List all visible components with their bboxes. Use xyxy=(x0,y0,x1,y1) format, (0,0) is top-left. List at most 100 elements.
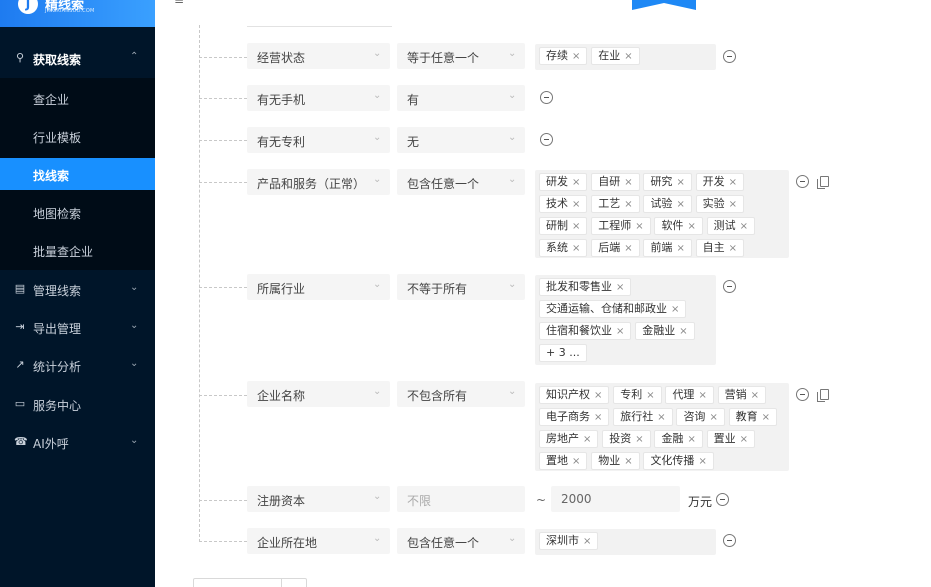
close-icon[interactable]: × xyxy=(572,456,580,467)
menu-export[interactable]: ⇥ 导出管理 ⌄ xyxy=(0,309,155,347)
close-icon[interactable]: × xyxy=(583,536,591,547)
brand-header[interactable]: J 精线索 JINGXIANSUO.COM xyxy=(0,0,155,27)
add-condition-button[interactable] xyxy=(193,578,307,587)
operator-select-company-name[interactable]: 不包含所有 ⌄ xyxy=(397,381,525,407)
sidebar-item-find-leads[interactable]: 找线索 xyxy=(0,158,155,190)
close-icon[interactable]: × xyxy=(624,51,632,62)
tag: 金融 × xyxy=(654,430,703,448)
menu-acquire-leads[interactable]: ⚲ 获取线索 ⌃ xyxy=(0,40,155,78)
chevron-down-icon: ⌄ xyxy=(130,358,139,369)
close-icon[interactable]: × xyxy=(676,243,684,254)
close-icon[interactable]: × xyxy=(679,326,687,337)
close-icon[interactable]: × xyxy=(572,243,580,254)
close-icon[interactable]: × xyxy=(572,199,580,210)
close-icon[interactable]: × xyxy=(583,434,591,445)
chevron-down-icon: ⌄ xyxy=(508,48,517,59)
close-icon[interactable]: × xyxy=(709,412,717,423)
remove-condition-icon[interactable] xyxy=(540,91,553,104)
close-icon[interactable]: × xyxy=(572,51,580,62)
close-icon[interactable]: × xyxy=(740,221,748,232)
capital-min-input[interactable]: 不限 xyxy=(397,486,525,512)
menu-service[interactable]: ▭ 服务中心 xyxy=(0,386,155,424)
field-select-company-name[interactable]: 企业名称 ⌄ xyxy=(247,381,390,407)
menu-ai-call[interactable]: ☎ AI外呼 ⌄ xyxy=(0,424,155,462)
tag-input-location[interactable]: 深圳市 × xyxy=(535,529,716,555)
close-icon[interactable]: × xyxy=(616,326,624,337)
field-select-industry[interactable]: 所属行业 ⌄ xyxy=(247,274,390,300)
remove-condition-icon[interactable] xyxy=(716,493,729,506)
sidebar-item-query-company[interactable]: 查企业 xyxy=(0,82,155,114)
remove-condition-icon[interactable] xyxy=(723,534,736,547)
tag-input-status[interactable]: 存续 × 在业 × xyxy=(535,44,716,70)
tag: 开发 × xyxy=(695,173,745,191)
remove-condition-icon[interactable] xyxy=(723,50,736,63)
close-icon[interactable]: × xyxy=(698,456,706,467)
remove-condition-icon[interactable] xyxy=(540,133,553,146)
tag: 技术 × xyxy=(539,195,588,213)
field-select-capital[interactable]: 注册资本 ⌄ xyxy=(247,486,390,512)
menu-fold-icon[interactable]: ≡ xyxy=(174,0,188,6)
tag-input-products[interactable]: 研发 × 自研 × 研究 × 开发 × 技术 × 工艺 × 试验 × 实验 × 研制 × 工程师 ×… xyxy=(535,170,789,258)
chevron-down-icon: ⌄ xyxy=(373,386,382,397)
field-select-patent[interactable]: 有无专利 ⌄ xyxy=(247,127,390,153)
copy-icon[interactable] xyxy=(817,176,829,189)
close-icon[interactable]: × xyxy=(646,390,654,401)
close-icon[interactable]: × xyxy=(635,434,643,445)
capital-max-input[interactable]: 2000 xyxy=(551,486,680,512)
close-icon[interactable]: × xyxy=(635,221,643,232)
close-icon[interactable]: × xyxy=(740,434,748,445)
close-icon[interactable]: × xyxy=(729,243,737,254)
close-icon[interactable]: × xyxy=(687,434,695,445)
close-icon[interactable]: × xyxy=(616,282,624,293)
close-icon[interactable]: × xyxy=(572,177,580,188)
close-icon[interactable]: × xyxy=(729,199,737,210)
operator-select-products[interactable]: 包含任意一个 ⌄ xyxy=(397,169,525,195)
close-icon[interactable]: × xyxy=(671,304,679,315)
button-divider xyxy=(281,579,282,587)
close-icon[interactable]: × xyxy=(676,199,684,210)
tag: 批发和零售业 × xyxy=(539,278,632,296)
close-icon[interactable]: × xyxy=(594,390,602,401)
more-tags[interactable]: + 3 ... xyxy=(539,344,587,362)
close-icon[interactable]: × xyxy=(624,456,632,467)
phone-icon: ☎ xyxy=(14,435,28,448)
tag-input-industry[interactable]: 批发和零售业 × 交通运输、仓储和邮政业 × 住宿和餐饮业 × 金融业 × + 3 ..… xyxy=(535,275,716,365)
sidebar-item-industry-template[interactable]: 行业模板 xyxy=(0,120,155,152)
value-select-phone[interactable]: 有 ⌄ xyxy=(397,85,525,111)
operator-select-industry[interactable]: 不等于所有 ⌄ xyxy=(397,274,525,300)
menu-stats[interactable]: ↗ 统计分析 ⌄ xyxy=(0,347,155,385)
copy-icon[interactable] xyxy=(817,389,829,402)
close-icon[interactable]: × xyxy=(698,390,706,401)
value-select-patent[interactable]: 无 ⌄ xyxy=(397,127,525,153)
tag: 投资 × xyxy=(602,430,651,448)
tree-branch xyxy=(199,182,247,183)
close-icon[interactable]: × xyxy=(751,390,759,401)
sidebar-item-batch-query[interactable]: 批量查企业 xyxy=(0,234,155,266)
operator-select-status[interactable]: 等于任意一个 ⌄ xyxy=(397,43,525,69)
sidebar-item-map-search[interactable]: 地图检索 xyxy=(0,196,155,228)
field-select-location[interactable]: 企业所在地 ⌄ xyxy=(247,528,390,554)
tag-input-company-name[interactable]: 知识产权 × 专利 × 代理 × 营销 × 电子商务 × 旅行社 × 咨询 × 教育 × 房地产… xyxy=(535,383,789,471)
close-icon[interactable]: × xyxy=(572,221,580,232)
menu-manage-leads[interactable]: ▤ 管理线索 ⌄ xyxy=(0,271,155,309)
close-icon[interactable]: × xyxy=(687,221,695,232)
tag: 专利 × xyxy=(613,386,662,404)
field-select-phone[interactable]: 有无手机 ⌄ xyxy=(247,85,390,111)
close-icon[interactable]: × xyxy=(624,177,632,188)
close-icon[interactable]: × xyxy=(594,412,602,423)
close-icon[interactable]: × xyxy=(762,412,770,423)
chart-line-icon: ↗ xyxy=(15,358,25,371)
close-icon[interactable]: × xyxy=(624,199,632,210)
tag: 系统 × xyxy=(539,239,588,257)
field-select-status[interactable]: 经营状态 ⌄ xyxy=(247,43,390,69)
field-select-products[interactable]: 产品和服务（正常） ⌄ xyxy=(247,169,390,195)
close-icon[interactable]: × xyxy=(657,412,665,423)
close-icon[interactable]: × xyxy=(624,243,632,254)
remove-condition-icon[interactable] xyxy=(796,175,809,188)
operator-select-location[interactable]: 包含任意一个 ⌄ xyxy=(397,528,525,554)
remove-condition-icon[interactable] xyxy=(723,280,736,293)
remove-condition-icon[interactable] xyxy=(796,388,809,401)
close-icon[interactable]: × xyxy=(729,177,737,188)
close-icon[interactable]: × xyxy=(676,177,684,188)
tag: 工程师 × xyxy=(591,217,651,235)
